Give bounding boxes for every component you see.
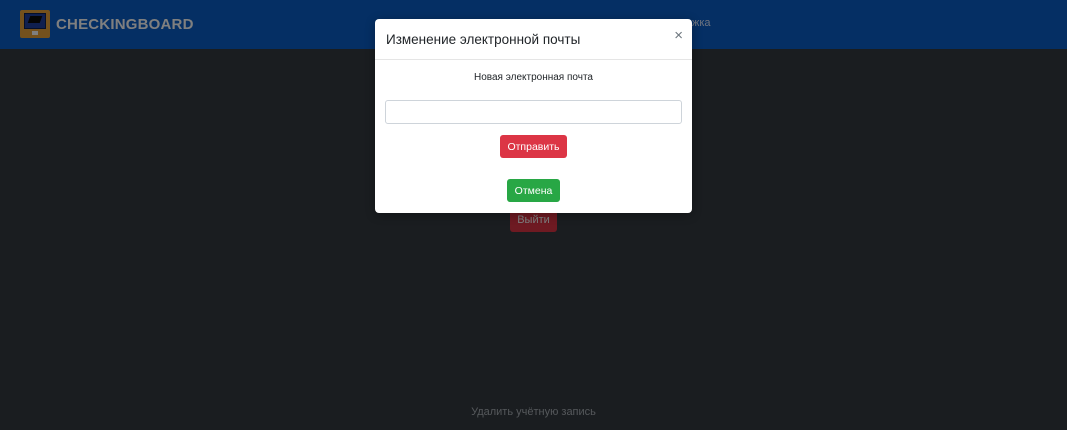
modal-title: Изменение электронной почты bbox=[386, 32, 581, 47]
send-button[interactable]: Отправить bbox=[500, 135, 567, 158]
change-email-modal: Изменение электронной почты × Новая элек… bbox=[375, 19, 692, 213]
new-email-label: Новая электронная почта bbox=[473, 72, 593, 83]
cancel-button[interactable]: Отмена bbox=[507, 179, 560, 202]
close-icon[interactable]: × bbox=[674, 28, 683, 43]
modal-header: Изменение электронной почты × bbox=[375, 19, 692, 60]
new-email-input[interactable] bbox=[385, 100, 682, 124]
